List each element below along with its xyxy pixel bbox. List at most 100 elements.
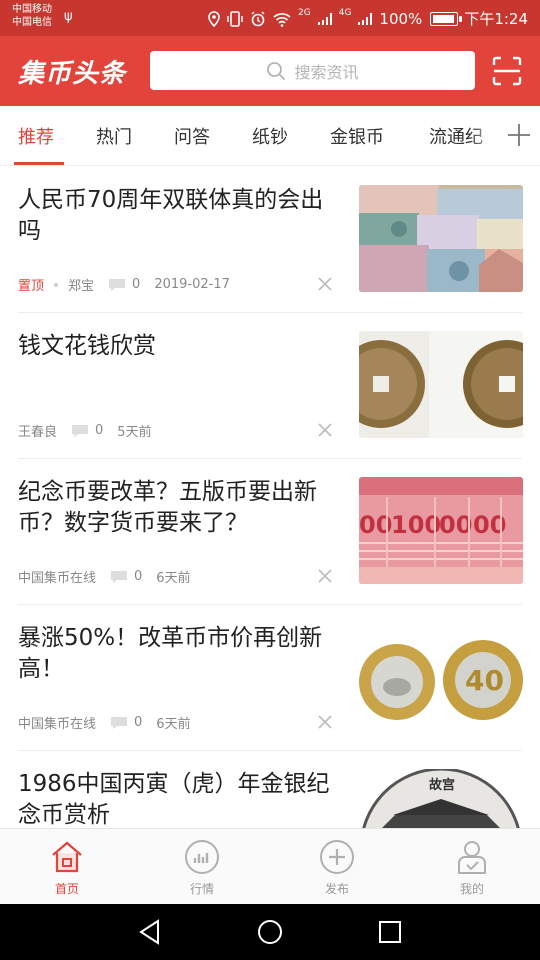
list-item[interactable]: 人民币70周年双联体真的会出吗 置顶 郑宝 0 2019-02-17 [0, 167, 540, 313]
banknotes-image [359, 185, 523, 292]
tab-qa[interactable]: 问答 [174, 123, 210, 149]
category-tabs: 推荐 热门 问答 纸钞 金银币 流通纪 [0, 106, 540, 166]
home-icon [52, 841, 82, 873]
usb-icon: ψ [64, 9, 73, 24]
ancient-coins-image [359, 331, 523, 438]
svg-text:40: 40 [465, 664, 504, 697]
article-date: 6天前 [156, 571, 191, 586]
article-thumbnail[interactable] [359, 185, 523, 292]
app-header: 集币头条 搜索资讯 [0, 36, 540, 106]
comment-count: 0 [132, 277, 141, 292]
tab-hot[interactable]: 热门 [96, 123, 132, 149]
vibrate-icon [227, 10, 243, 27]
article-meta: 中国集币在线 0 6天前 [18, 713, 191, 732]
network-type-2: 2G [298, 7, 311, 18]
article-title[interactable]: 钱文花钱欣赏 [18, 331, 343, 362]
clock: 下午1:24 [464, 10, 528, 28]
system-nav-bar [0, 904, 540, 960]
dismiss-icon[interactable] [316, 713, 334, 731]
recents-icon[interactable] [376, 918, 404, 946]
separator-dot [54, 282, 59, 287]
list-item[interactable]: 钱文花钱欣赏 王春良 0 5天前 [0, 313, 540, 459]
battery-percent: 100% [379, 9, 423, 28]
article-date: 6天前 [156, 717, 191, 732]
article-meta: 王春良 0 5天前 [18, 421, 152, 440]
scan-icon[interactable] [492, 56, 522, 86]
article-title[interactable]: 纪念币要改革？五版币要出新币？数字货币要来了？ [18, 477, 343, 539]
comment-count: 0 [134, 569, 143, 584]
list-item[interactable]: 1986中国丙寅（虎）年金银纪念币赏析 故宫 [0, 751, 540, 828]
article-author: 郑宝 [68, 279, 95, 294]
status-bar: 中国移动 中国电信 ψ 2G 4G 100% 下午1:24 [0, 0, 540, 36]
nav-publish[interactable]: 发布 [297, 839, 377, 897]
wifi-icon [273, 12, 291, 27]
article-meta: 置顶 郑宝 0 2019-02-17 [18, 275, 230, 294]
pinned-badge: 置顶 [18, 279, 45, 294]
carrier-1: 中国移动 [12, 4, 52, 15]
alarm-icon [251, 11, 265, 26]
article-title[interactable]: 1986中国丙寅（虎）年金银纪念币赏析 [18, 769, 343, 828]
dismiss-icon[interactable] [316, 275, 334, 293]
comment-icon [111, 570, 128, 583]
signal-icon-2 [358, 12, 373, 25]
news-feed: 人民币70周年双联体真的会出吗 置顶 郑宝 0 2019-02-17 钱文花钱欣… [0, 167, 540, 828]
comment-icon [109, 278, 126, 291]
status-icons: 2G 4G 100% 下午1:24 [208, 8, 528, 29]
network-type: 4G [338, 7, 352, 18]
app-logo: 集币头条 [18, 59, 127, 89]
bimetal-coins-image: 40 [359, 623, 523, 730]
tab-gold-silver-coins[interactable]: 金银币 [330, 123, 384, 149]
comment-icon [111, 716, 128, 729]
signal-icon [317, 12, 332, 25]
nav-label: 发布 [324, 882, 349, 896]
nav-label: 行情 [189, 882, 214, 896]
comment-count: 0 [95, 423, 104, 438]
dismiss-icon[interactable] [316, 421, 334, 439]
nav-label: 首页 [54, 882, 79, 896]
rmb-notes-image: 00 100 00 00 [359, 477, 523, 584]
carrier-info: 中国移动 中国电信 [12, 3, 52, 29]
article-thumbnail[interactable]: 40 [359, 623, 523, 730]
nav-home[interactable]: 首页 [27, 839, 107, 897]
nav-label: 我的 [459, 882, 484, 896]
palace-label: 故宫 [429, 777, 455, 793]
article-date: 2019-02-17 [154, 277, 230, 292]
battery-icon [430, 11, 463, 26]
nav-market[interactable]: 行情 [162, 839, 242, 897]
bottom-nav: 首页 行情 发布 我的 [0, 828, 540, 904]
market-chart-icon [185, 840, 219, 874]
search-placeholder: 搜索资讯 [294, 62, 359, 82]
comment-icon [72, 424, 89, 437]
article-thumbnail[interactable]: 00 100 00 00 [359, 477, 523, 584]
article-author: 王春良 [18, 425, 58, 440]
article-author: 中国集币在线 [18, 717, 97, 732]
tabs-fade [470, 106, 500, 164]
add-tab-button[interactable] [498, 106, 540, 164]
dismiss-icon[interactable] [316, 567, 334, 585]
location-icon [208, 10, 220, 27]
palace-coin-image: 故宫 [359, 769, 523, 828]
list-item[interactable]: 暴涨50%！改革币市价再创新高！ 中国集币在线 0 6天前 40 [0, 605, 540, 751]
battery-level [433, 14, 455, 23]
tab-banknotes[interactable]: 纸钞 [252, 123, 288, 149]
comment-count: 0 [134, 715, 143, 730]
user-icon [458, 841, 486, 874]
article-author: 中国集币在线 [18, 571, 97, 586]
nav-profile[interactable]: 我的 [432, 839, 512, 897]
article-title[interactable]: 人民币70周年双联体真的会出吗 [18, 185, 343, 247]
article-meta: 中国集币在线 0 6天前 [18, 567, 191, 586]
search-bar[interactable]: 搜索资讯 [150, 51, 475, 90]
active-tab-indicator [14, 162, 64, 165]
carrier-2: 中国电信 [12, 17, 52, 28]
add-circle-icon [320, 840, 354, 874]
search-icon [267, 61, 286, 80]
article-date: 5天前 [117, 425, 152, 440]
article-thumbnail[interactable]: 故宫 [359, 769, 523, 828]
tab-recommend[interactable]: 推荐 [18, 123, 54, 149]
article-thumbnail[interactable] [359, 331, 523, 438]
list-item[interactable]: 纪念币要改革？五版币要出新币？数字货币要来了？ 中国集币在线 0 6天前 00 … [0, 459, 540, 605]
home-button-icon[interactable] [256, 918, 284, 946]
svg-text:00: 00 [439, 511, 472, 539]
article-title[interactable]: 暴涨50%！改革币市价再创新高！ [18, 623, 343, 685]
back-icon[interactable] [136, 918, 164, 946]
